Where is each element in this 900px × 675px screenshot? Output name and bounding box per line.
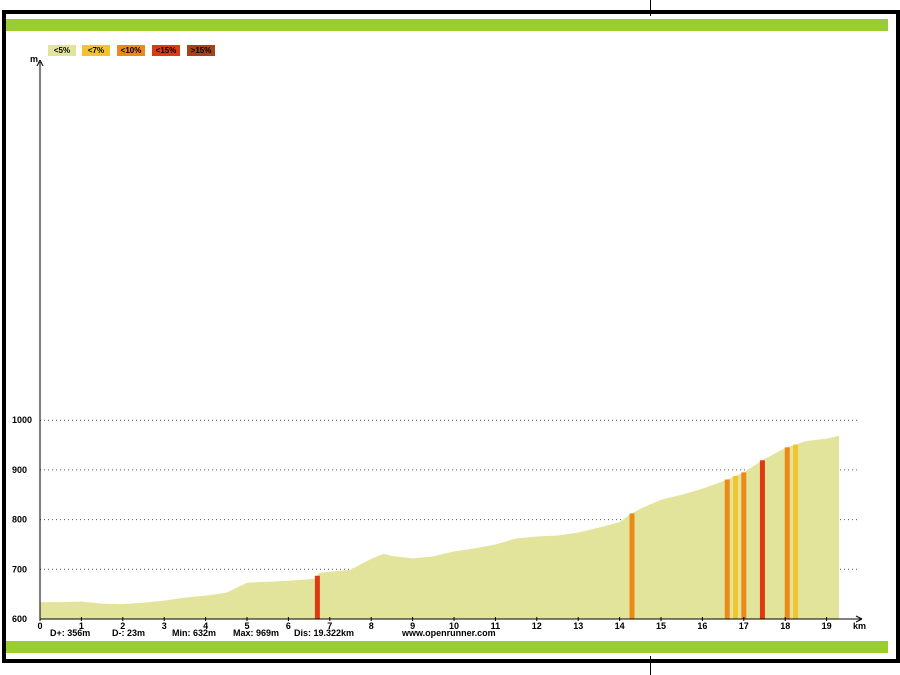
stats-bar: D+: 356m D-: 23m Min: 632m Max: 969m Dis… (0, 628, 900, 640)
grade-segment (759, 460, 765, 619)
grade-segment (314, 575, 320, 619)
grade-segment (733, 475, 739, 619)
elevation-gain: D+: 356m (50, 628, 91, 638)
site-url: www.openrunner.com (402, 628, 496, 638)
elevation-loss: D-: 23m (112, 628, 146, 638)
grade-segment (793, 444, 799, 619)
max-elevation: Max: 969m (233, 628, 280, 638)
min-elevation: Min: 632m (172, 628, 217, 638)
total-distance: Dis: 19.322km (294, 628, 355, 638)
y-tick-label: 1000 (12, 415, 32, 425)
elevation-chart: 0 1 2 3 4 5 6 7 8 9 10 11 12 13 14 15 16 17 18 196007008009… (12, 54, 866, 631)
y-tick-label: 600 (12, 614, 27, 624)
elevation-profile (40, 435, 839, 619)
y-tick-label: 800 (12, 515, 27, 525)
grade-segment (724, 479, 730, 619)
elevation-area (40, 435, 839, 619)
grade-segment (784, 447, 790, 619)
grade-segment (629, 513, 635, 619)
grade-segment (741, 472, 747, 619)
y-tick-label: 700 (12, 564, 27, 574)
y-tick-label: 900 (12, 465, 27, 475)
y-axis-label: m (30, 54, 38, 64)
